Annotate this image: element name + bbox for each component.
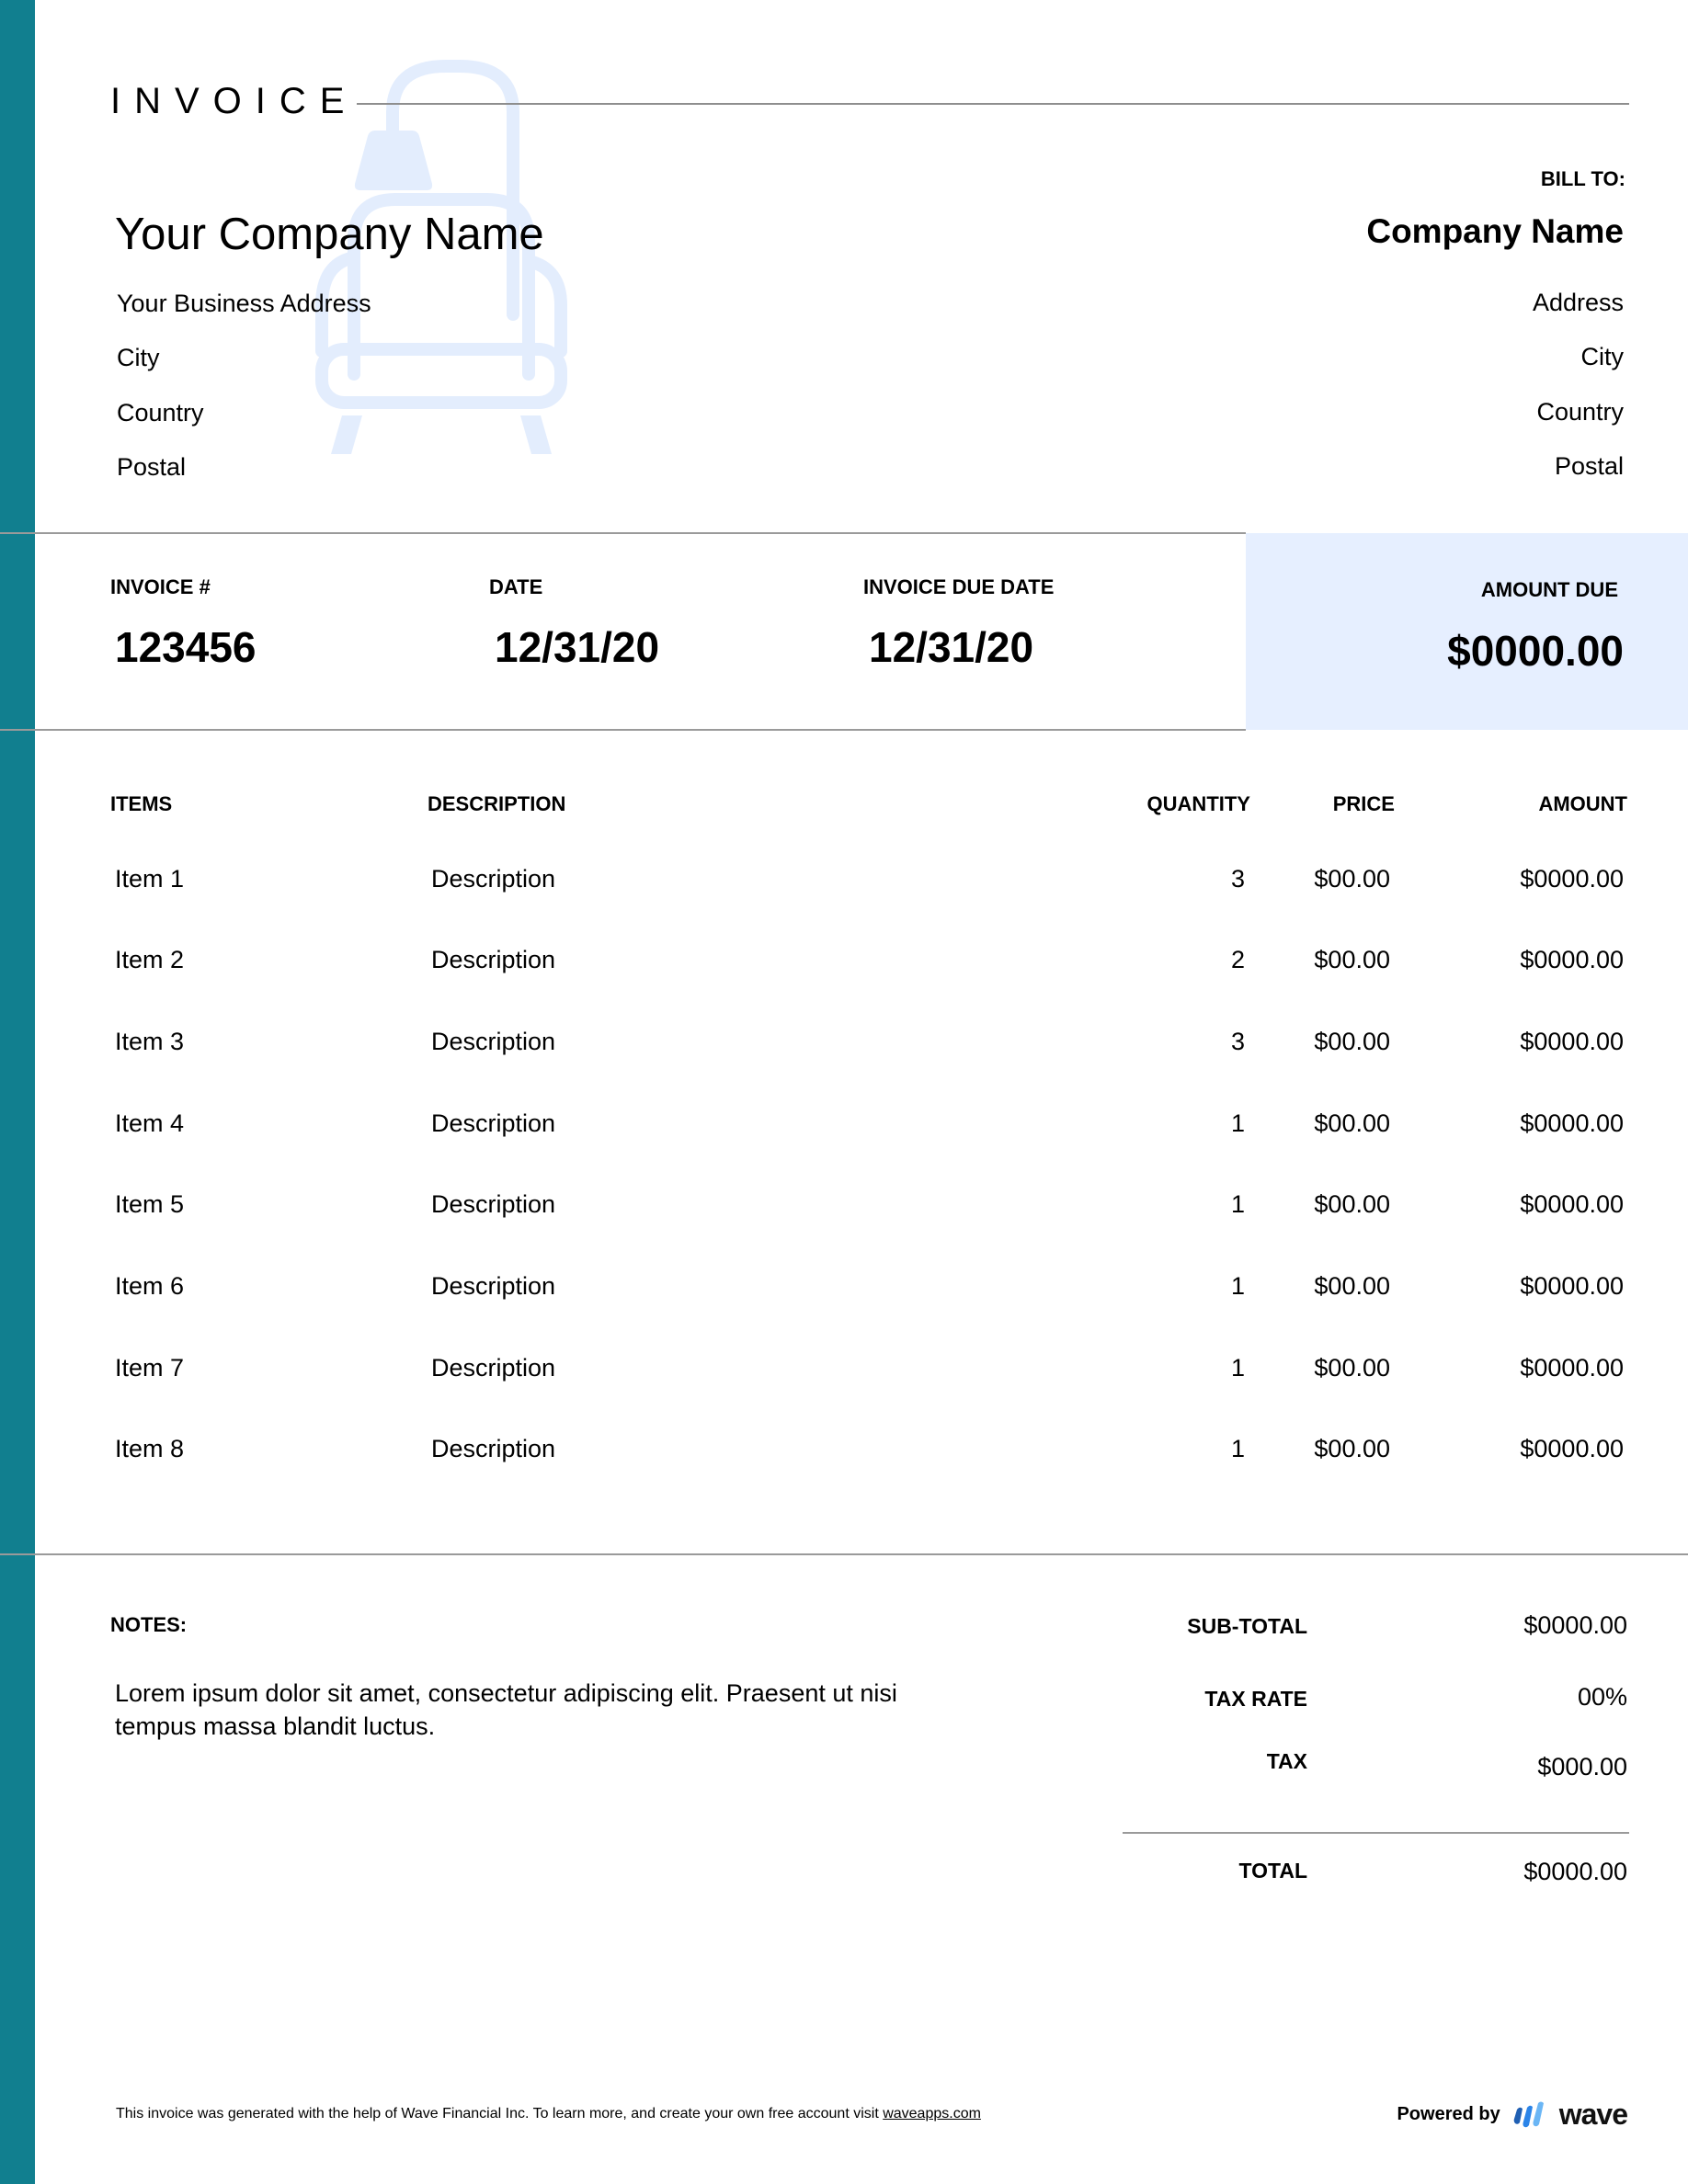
cell-quantity: 1 — [1230, 1109, 1245, 1137]
cell-price: $00.00 — [1314, 865, 1390, 893]
sender-company-name: Your Company Name — [115, 210, 544, 259]
cell-amount: $0000.00 — [1520, 1354, 1624, 1382]
cell-quantity: 1 — [1230, 1435, 1245, 1462]
subtotal-value: $0000.00 — [1523, 1611, 1627, 1639]
column-header-quantity: QUANTITY — [1146, 792, 1250, 815]
cell-quantity: 2 — [1230, 946, 1245, 973]
cell-description: Description — [431, 1109, 556, 1137]
cell-description: Description — [431, 1190, 556, 1218]
sender-address: Your Business Address — [117, 290, 371, 317]
date-label: DATE — [489, 575, 543, 598]
cell-amount: $0000.00 — [1520, 865, 1624, 893]
cell-price: $00.00 — [1314, 1354, 1390, 1382]
meta-band-top-rule — [0, 532, 1246, 534]
cell-quantity: 1 — [1230, 1190, 1245, 1218]
cell-price: $00.00 — [1314, 1190, 1390, 1218]
cell-price: $00.00 — [1314, 946, 1390, 973]
column-header-description: DESCRIPTION — [428, 792, 566, 815]
sender-city: City — [117, 344, 160, 371]
cell-item: Item 5 — [115, 1190, 185, 1218]
cell-description: Description — [431, 1435, 556, 1462]
powered-by-label: Powered by — [1397, 2104, 1500, 2124]
cell-quantity: 1 — [1230, 1354, 1245, 1382]
footer-text: This invoice was generated with the help… — [116, 2106, 884, 2121]
cell-amount: $0000.00 — [1520, 1272, 1624, 1300]
meta-band-bottom-rule — [0, 729, 1246, 731]
notes-text: Lorem ipsum dolor sit amet, consectetur … — [115, 1679, 897, 1740]
cell-item: Item 1 — [115, 865, 185, 893]
sender-country: Country — [117, 399, 204, 427]
wave-brand-name: wave — [1558, 2098, 1628, 2131]
cell-quantity: 1 — [1230, 1272, 1245, 1300]
waveapps-link[interactable]: waveapps.com — [883, 2106, 981, 2121]
total-label: TOTAL — [1238, 1859, 1307, 1883]
cell-description: Description — [431, 865, 556, 893]
tax-rate-label: TAX RATE — [1204, 1687, 1307, 1711]
notes-label: NOTES: — [110, 1613, 188, 1636]
column-header-price: PRICE — [1332, 792, 1395, 815]
cell-item: Item 2 — [115, 946, 185, 973]
accent-sidebar-bar — [0, 0, 35, 2184]
total-value: $0000.00 — [1523, 1858, 1627, 1885]
amount-due-value: $0000.00 — [1447, 627, 1624, 675]
cell-amount: $0000.00 — [1520, 946, 1624, 973]
cell-amount: $0000.00 — [1520, 1028, 1624, 1055]
due-date-value: 12/31/20 — [869, 623, 1034, 671]
section-divider — [0, 1553, 1688, 1555]
bill-to-postal: Postal — [1554, 452, 1624, 480]
bill-to-country: Country — [1536, 398, 1624, 426]
cell-amount: $0000.00 — [1520, 1435, 1624, 1462]
cell-description: Description — [431, 946, 556, 973]
cell-quantity: 3 — [1230, 865, 1245, 893]
subtotal-label: SUB-TOTAL — [1187, 1614, 1307, 1638]
document-title: INVOICE — [110, 81, 359, 121]
bill-to-address: Address — [1532, 289, 1624, 316]
title-divider — [357, 103, 1629, 105]
column-header-items: ITEMS — [110, 792, 173, 815]
cell-description: Description — [431, 1354, 556, 1382]
totals-divider — [1123, 1832, 1629, 1834]
cell-item: Item 6 — [115, 1272, 185, 1300]
powered-by-wave: Powered by wave — [1397, 2098, 1628, 2132]
cell-price: $00.00 — [1314, 1028, 1390, 1055]
invoice-number-value: 123456 — [115, 623, 257, 671]
cell-price: $00.00 — [1314, 1272, 1390, 1300]
cell-description: Description — [431, 1272, 556, 1300]
cell-item: Item 7 — [115, 1354, 185, 1382]
footer-disclaimer: This invoice was generated with the help… — [116, 2104, 981, 2124]
tax-value: $000.00 — [1537, 1753, 1627, 1780]
tax-label: TAX — [1266, 1749, 1307, 1773]
bill-to-city: City — [1580, 343, 1625, 370]
bill-to-label: BILL TO: — [1540, 167, 1625, 190]
date-value: 12/31/20 — [495, 623, 660, 671]
cell-amount: $0000.00 — [1520, 1109, 1624, 1137]
bill-to-company-name: Company Name — [1366, 212, 1624, 250]
cell-description: Description — [431, 1028, 556, 1055]
column-header-amount: AMOUNT — [1538, 792, 1627, 815]
invoice-number-label: INVOICE # — [110, 575, 211, 598]
amount-due-label: AMOUNT DUE — [1480, 578, 1618, 601]
sender-postal: Postal — [117, 453, 187, 481]
cell-item: Item 4 — [115, 1109, 185, 1137]
cell-price: $00.00 — [1314, 1435, 1390, 1462]
cell-quantity: 3 — [1230, 1028, 1245, 1055]
cell-item: Item 3 — [115, 1028, 185, 1055]
cell-price: $00.00 — [1314, 1109, 1390, 1137]
tax-rate-value: 00% — [1577, 1683, 1627, 1711]
cell-amount: $0000.00 — [1520, 1190, 1624, 1218]
lamp-armchair-icon — [315, 60, 567, 454]
wave-logo-icon — [1513, 2101, 1544, 2127]
cell-item: Item 8 — [115, 1435, 185, 1462]
due-date-label: INVOICE DUE DATE — [863, 575, 1055, 598]
